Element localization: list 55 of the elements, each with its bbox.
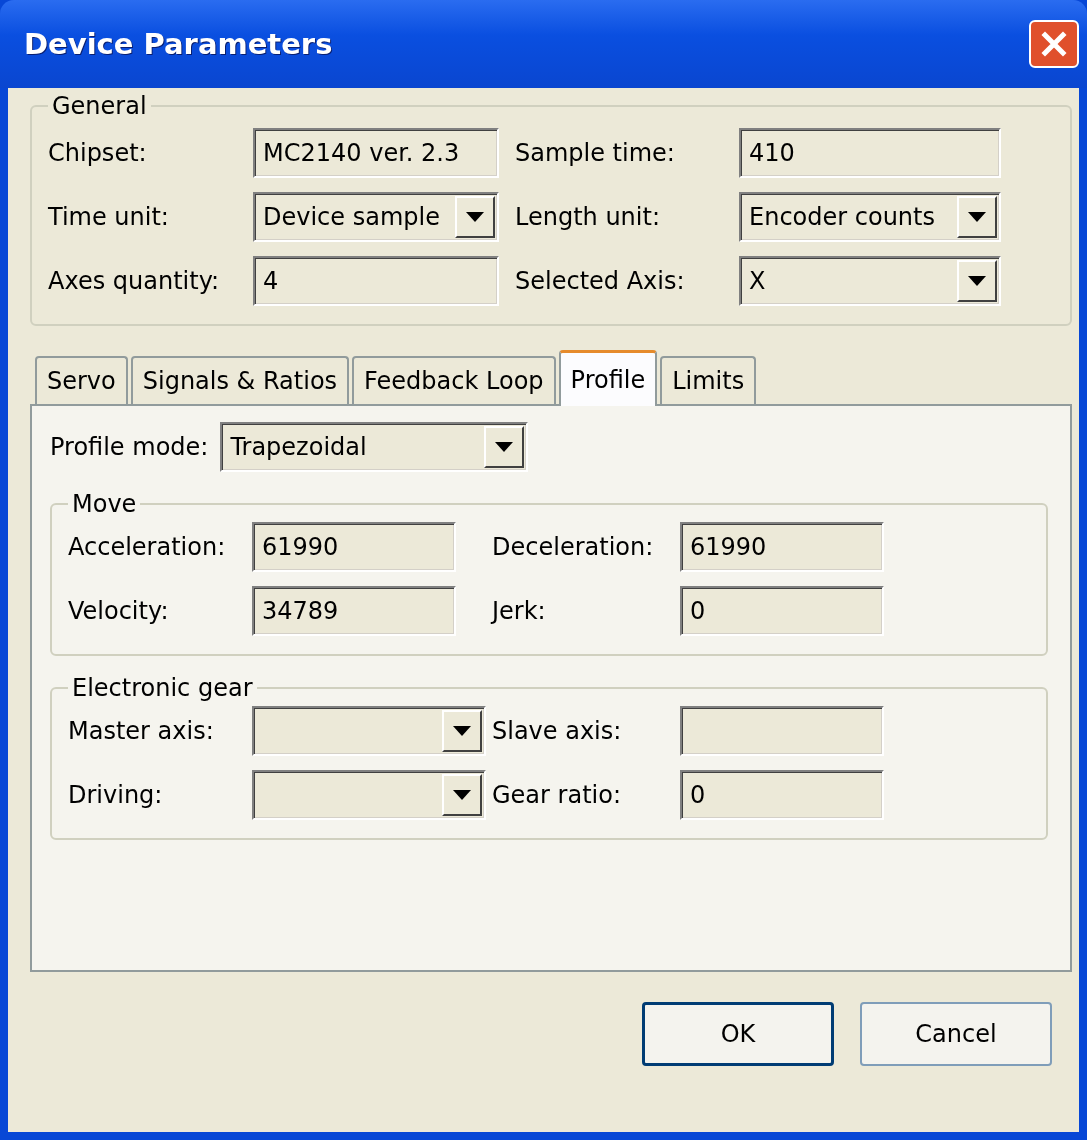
dropdown-button[interactable] — [442, 710, 482, 752]
caret-icon — [453, 790, 471, 800]
dropdown[interactable]: Trapezoidal — [220, 422, 529, 472]
dropdown-button[interactable] — [957, 196, 997, 238]
dropdown[interactable] — [252, 706, 486, 756]
text-field[interactable]: 0 — [680, 586, 884, 636]
group-title: Move — [71, 490, 138, 518]
window-title: Device Parameters — [24, 27, 333, 61]
dropdown-button[interactable] — [957, 260, 997, 302]
text-field[interactable]: 34789 — [252, 586, 456, 636]
field-label: Profile mode: — [50, 433, 209, 461]
field-label: Acceleration: — [68, 533, 227, 561]
dropdown-button[interactable] — [484, 426, 525, 468]
field-label: Axes quantity: — [48, 267, 221, 295]
caret-icon — [968, 276, 986, 286]
dropdown-button[interactable] — [442, 774, 482, 816]
dialog-button[interactable]: OK — [642, 1002, 834, 1066]
field-label: Selected Axis: — [514, 267, 686, 295]
text-field[interactable]: 0 — [680, 770, 884, 820]
field-label: Slave axis: — [492, 717, 623, 745]
tab[interactable]: Limits — [660, 356, 757, 404]
field-label: Sample time: — [514, 139, 676, 167]
field-label: Master axis: — [68, 717, 215, 745]
caret-icon — [466, 212, 484, 222]
dropdown[interactable] — [252, 770, 486, 820]
dropdown[interactable]: X — [739, 256, 1001, 306]
close-button[interactable] — [1029, 20, 1079, 68]
field-label: Gear ratio: — [492, 781, 622, 809]
text-field[interactable]: 410 — [739, 128, 1001, 178]
group-title: Electronic gear — [71, 674, 254, 702]
text-field[interactable]: 61990 — [680, 522, 884, 572]
field-label: Length unit: — [514, 203, 661, 231]
dropdown[interactable]: Encoder counts — [739, 192, 1001, 242]
field-label: Velocity: — [68, 597, 170, 625]
caret-icon — [495, 442, 514, 452]
caret-icon — [968, 212, 986, 222]
caret-icon — [453, 726, 471, 736]
text-field[interactable] — [680, 706, 884, 756]
group-title: General — [51, 92, 148, 120]
text-field[interactable]: 61990 — [252, 522, 456, 572]
close-icon — [1041, 31, 1067, 57]
tab[interactable]: Profile — [558, 350, 658, 406]
text-field[interactable]: 4 — [253, 256, 499, 306]
field-label: Driving: — [68, 781, 164, 809]
text-field[interactable]: MC2140 ver. 2.3 — [253, 128, 499, 178]
tab[interactable]: Signals & Ratios — [130, 356, 350, 404]
field-label: Chipset: — [48, 139, 148, 167]
field-label: Jerk: — [492, 597, 547, 625]
field-label: Deceleration: — [492, 533, 655, 561]
field-label: Time unit: — [48, 203, 170, 231]
tab[interactable]: Servo — [35, 356, 128, 404]
dropdown-button[interactable] — [455, 196, 495, 238]
tab[interactable]: Feedback Loop — [352, 356, 556, 404]
dropdown[interactable]: Device sample — [253, 192, 499, 242]
dialog-button[interactable]: Cancel — [860, 1002, 1052, 1066]
